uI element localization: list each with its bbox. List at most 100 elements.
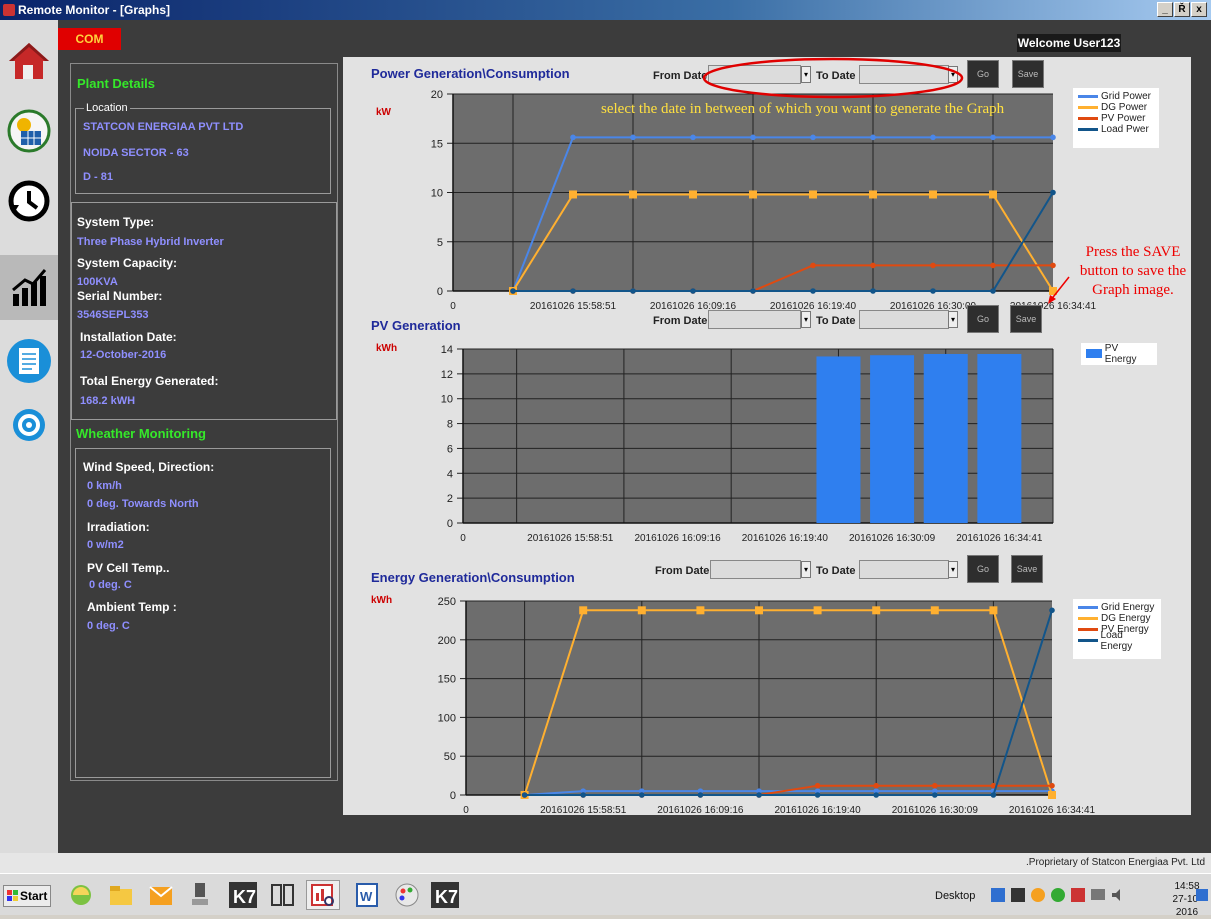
data-point (630, 288, 636, 294)
chart3-from-dropdown[interactable]: ▾ (801, 561, 811, 578)
nav-reports[interactable] (6, 338, 52, 384)
mail-icon (149, 886, 173, 905)
legend-label: Grid Power (1101, 91, 1152, 102)
legend-swatch (1078, 639, 1098, 642)
data-point (810, 288, 816, 294)
chart2-from-dropdown[interactable]: ▾ (801, 311, 811, 328)
main-area: COM Welcome User123 Plant Details Locati… (58, 20, 1211, 853)
taskbar-app-1[interactable] (64, 880, 98, 910)
tray-update-icon[interactable] (1030, 887, 1046, 903)
y-tick-label: 2 (447, 493, 453, 505)
data-point (697, 792, 704, 798)
show-desktop-icon[interactable] (1195, 888, 1209, 902)
chart3-save-button[interactable]: Save (1011, 555, 1043, 583)
nav-home[interactable] (6, 38, 52, 84)
x-tick-label: 20161026 16:19:40 (742, 533, 829, 544)
tray-shield-icon[interactable] (1050, 887, 1066, 903)
data-point (696, 606, 705, 615)
system-type-label: System Type: (77, 215, 155, 229)
chart2-to-date[interactable] (859, 310, 949, 329)
taskbar-app-4[interactable] (184, 880, 218, 910)
x-tick-label: 20161026 16:34:41 (956, 533, 1043, 544)
minimize-button[interactable]: _ (1157, 2, 1173, 17)
data-point (873, 782, 879, 789)
chart1-unit: kW (376, 107, 391, 118)
data-point (750, 134, 756, 141)
taskbar-app-2[interactable] (104, 880, 138, 910)
chart2-unit: kWh (376, 343, 398, 354)
chart2-from-date[interactable] (708, 310, 801, 329)
chart1-go-button[interactable]: Go (967, 60, 999, 88)
data-point (930, 134, 936, 141)
date-select-hint: select the date in between of which you … (601, 101, 1005, 117)
legend-label: Grid Energy (1101, 602, 1155, 613)
irradiation-value: 0 w/m2 (87, 539, 124, 551)
y-tick-label: 4 (447, 468, 453, 480)
com-button[interactable]: COM (58, 28, 121, 50)
data-point (932, 782, 938, 789)
data-point (990, 792, 997, 798)
data-point (930, 288, 936, 294)
ambient-temp-value: 0 deg. C (87, 620, 130, 632)
taskbar-app-10[interactable]: K7 (428, 880, 462, 910)
taskbar-app-6[interactable] (266, 880, 300, 910)
nav-settings[interactable] (6, 402, 52, 448)
taskbar-app-8[interactable]: W (350, 880, 384, 910)
data-point (814, 792, 821, 798)
chart1-legend: Grid Power DG Power PV Power Load Pwer (1073, 88, 1159, 148)
tray-display-icon[interactable] (1090, 887, 1106, 903)
chart3-legend: Grid Energy DG Energy PV Energy Load Ene… (1073, 599, 1161, 659)
location-line-3: D - 81 (83, 171, 113, 183)
k7-antivirus-icon: K7 (431, 882, 459, 908)
tray-network-icon[interactable] (990, 887, 1006, 903)
y-tick-label: 0 (437, 286, 443, 298)
chart2-to-dropdown[interactable]: ▾ (948, 311, 958, 328)
start-button[interactable]: Start (3, 885, 51, 907)
charts-canvas: 051015200 20161026 15:58:51 20161026 16:09… (431, 89, 1097, 815)
data-point (929, 190, 937, 199)
close-button[interactable]: x (1191, 2, 1207, 17)
side-navigation (0, 20, 58, 853)
data-point (990, 288, 996, 294)
weather-box: Wind Speed, Direction: 0 km/h 0 deg. Tow… (75, 448, 331, 778)
terminal-icon (192, 883, 208, 905)
nav-graphs[interactable] (0, 255, 58, 320)
location-box: Location STATCON ENERGIAA PVT LTD NOIDA … (75, 102, 331, 194)
y-tick-label: 0 (447, 518, 453, 530)
legend-swatch (1078, 628, 1098, 631)
data-point (930, 606, 939, 615)
tray-volume-icon[interactable] (1110, 887, 1126, 903)
taskbar-app-3[interactable] (144, 880, 178, 910)
tray-k7-icon[interactable] (1010, 887, 1026, 903)
desktop-toolbar-label[interactable]: Desktop (935, 890, 975, 902)
chart2-legend: PV Energy (1081, 343, 1157, 365)
tray-security-icon[interactable] (1070, 887, 1086, 903)
plant-details-title: Plant Details (77, 76, 156, 91)
chart1-save-button[interactable]: Save (1012, 60, 1044, 88)
chart2-save-button[interactable]: Save (1010, 305, 1042, 333)
system-type-value: Three Phase Hybrid Inverter (77, 236, 224, 248)
taskbar-app-7-active[interactable] (306, 880, 340, 910)
y-tick-label: 10 (441, 394, 453, 406)
chart3-to-dropdown[interactable]: ▾ (948, 561, 958, 578)
chart3-to-date[interactable] (859, 560, 949, 579)
taskbar-app-5[interactable]: K7 (226, 880, 260, 910)
maximize-button[interactable]: Ř (1174, 2, 1190, 17)
nav-history[interactable] (6, 178, 52, 224)
chart3-go-button[interactable]: Go (967, 555, 999, 583)
document-icon (7, 339, 51, 383)
legend-pv-energy: PV Energy (1086, 343, 1152, 365)
legend-swatch (1086, 349, 1102, 358)
nav-solar[interactable] (6, 108, 52, 154)
svg-text:K7: K7 (435, 887, 458, 907)
data-point (870, 288, 876, 294)
chart3-from-date[interactable] (710, 560, 801, 579)
welcome-label: Welcome User123 (1017, 34, 1121, 52)
chart2-go-button[interactable]: Go (967, 305, 999, 333)
data-point (510, 288, 516, 294)
data-point (1048, 791, 1056, 799)
chart3-title: Energy Generation\Consumption (371, 570, 575, 585)
data-point (873, 792, 879, 798)
installation-date-value: 12-October-2016 (80, 349, 167, 361)
taskbar-app-9[interactable] (390, 880, 424, 910)
